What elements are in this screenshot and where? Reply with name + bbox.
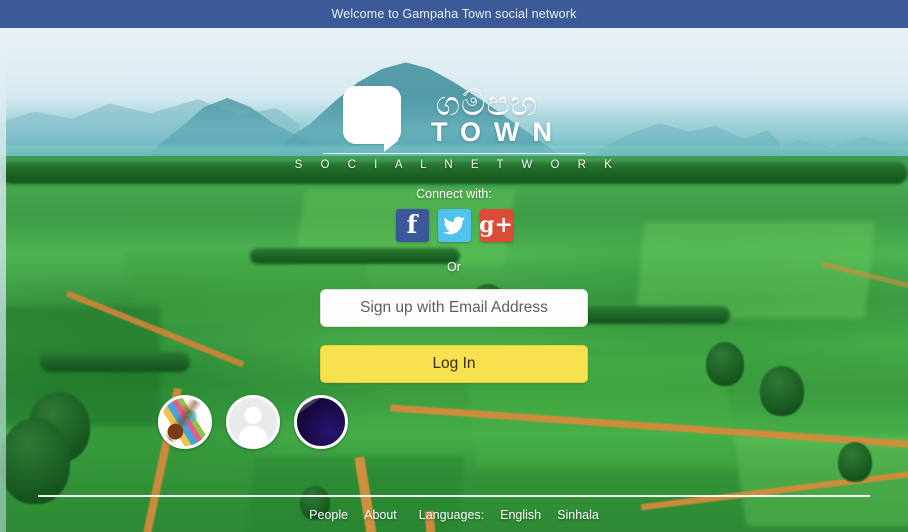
speech-bubble-g-logo-icon: G — [343, 86, 401, 152]
twitter-login-button[interactable] — [437, 209, 471, 242]
g-knockout-svg: G — [343, 86, 401, 144]
signup-with-email-button[interactable]: Sign up with Email Address — [320, 289, 588, 327]
brand-tagline: S O C I A L N E T W O R K — [294, 159, 620, 171]
person-silhouette-icon — [238, 406, 268, 446]
footer-languages-label: Languages: — [418, 508, 485, 522]
google-plus-icon: g+ — [479, 212, 513, 238]
footer-link-english[interactable]: English — [500, 508, 541, 522]
google-plus-login-button[interactable]: g+ — [479, 209, 513, 242]
facebook-login-button[interactable]: f — [395, 209, 429, 242]
login-button[interactable]: Log In — [320, 345, 588, 383]
avatar-dark-purple[interactable] — [294, 395, 348, 449]
center-content-column: G ගම්පහ TOWN S O C I A L N E T W O R K C… — [0, 28, 908, 532]
avatar-paint-splash[interactable] — [158, 395, 212, 449]
brand-town-word: TOWN — [431, 117, 565, 147]
connect-with-label: Connect with: — [416, 187, 492, 201]
or-separator-label: Or — [447, 260, 461, 274]
top-bar: Welcome to Gampaha Town social network — [0, 0, 908, 28]
footer-nav: People About Languages: English Sinhala — [0, 508, 908, 522]
brand-wordmark: ගම්පහ TOWN — [409, 86, 565, 146]
footer-link-people[interactable]: People — [309, 508, 348, 522]
footer-link-about[interactable]: About — [364, 508, 397, 522]
footer-link-sinhala[interactable]: Sinhala — [557, 508, 599, 522]
login-page: Welcome to Gampaha Town social network ග… — [0, 0, 908, 532]
twitter-icon — [442, 216, 465, 235]
brand-tagline-block: S O C I A L N E T W O R K — [295, 149, 612, 173]
member-avatars-row — [158, 395, 348, 449]
social-login-row: f g+ — [395, 209, 513, 242]
brand-divider-rule — [323, 153, 585, 154]
footer-divider — [38, 495, 870, 497]
facebook-icon: f — [406, 210, 418, 239]
avatar-default-person[interactable] — [226, 395, 280, 449]
welcome-title: Welcome to Gampaha Town social network — [331, 7, 577, 21]
brand-logo: G ගම්පහ TOWN — [343, 86, 565, 152]
